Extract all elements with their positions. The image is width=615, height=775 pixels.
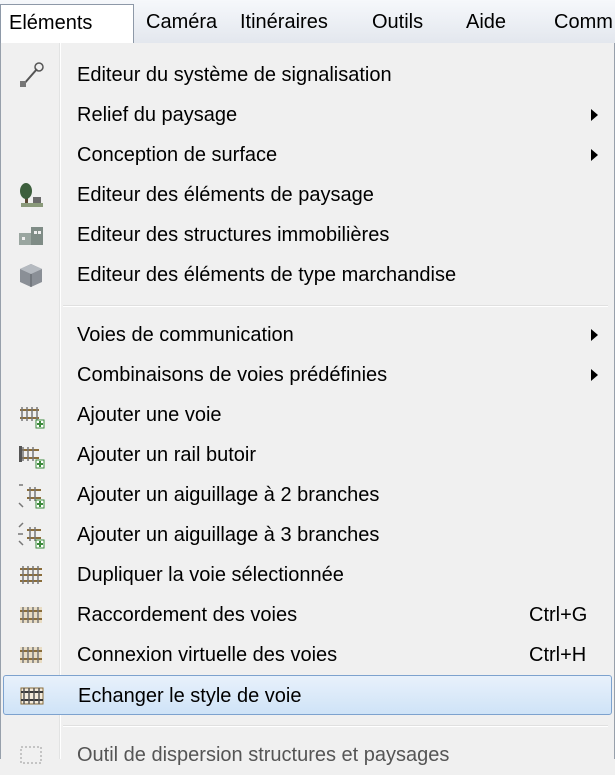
menu-elements[interactable]: Eléments — [0, 4, 134, 44]
menu-item-relief[interactable]: Relief du paysage — [3, 95, 612, 135]
menu-item-structures-editor[interactable]: Editeur des structures immobilières — [3, 215, 612, 255]
connect-tracks-icon — [17, 601, 45, 629]
add-buffer-stop-icon — [17, 441, 45, 469]
menu-item-scatter-tool[interactable]: Outil de dispersion structures et paysag… — [3, 735, 612, 775]
menu-item-surface[interactable]: Conception de surface — [3, 135, 612, 175]
submenu-arrow-icon — [591, 109, 598, 121]
menu-item-cargo-editor[interactable]: Editeur des éléments de type marchandise — [3, 255, 612, 295]
building-icon — [17, 221, 45, 249]
add-switch-2-icon — [17, 481, 45, 509]
menu-comm[interactable]: Comm — [554, 6, 613, 38]
menu-item-swap-track-style[interactable]: Echanger le style de voie — [3, 675, 612, 715]
menu-item-voies-communication[interactable]: Voies de communication — [3, 315, 612, 355]
menu-itineraires[interactable]: Itinéraires — [240, 6, 328, 38]
menu-item-label: Ajouter une voie — [77, 404, 222, 426]
submenu-arrow-icon — [591, 149, 598, 161]
menu-item-label: Editeur du système de signalisation — [77, 64, 392, 86]
menu-item-connect-tracks[interactable]: Raccordement des voies Ctrl+G — [3, 595, 612, 635]
menu-separator — [63, 725, 608, 727]
menu-aide[interactable]: Aide — [466, 6, 506, 38]
menu-item-label: Ajouter un rail butoir — [77, 444, 256, 466]
add-switch-3-icon — [17, 521, 45, 549]
duplicate-track-icon — [17, 561, 45, 589]
menu-separator — [63, 305, 608, 307]
shortcut-label: Ctrl+G — [529, 604, 588, 626]
menu-item-label: Conception de surface — [77, 144, 278, 166]
menu-item-add-switch-2[interactable]: Ajouter un aiguillage à 2 branches — [3, 475, 612, 515]
menu-item-label: Combinaisons de voies prédéfinies — [77, 364, 388, 386]
cargo-icon — [17, 261, 45, 289]
signal-editor-icon — [17, 61, 45, 89]
add-track-icon — [17, 401, 45, 429]
menu-item-label: Raccordement des voies — [77, 604, 298, 626]
menu-item-virtual-connect[interactable]: Connexion virtuelle des voies Ctrl+H — [3, 635, 612, 675]
menu-item-add-switch-3[interactable]: Ajouter un aiguillage à 3 branches — [3, 515, 612, 555]
menu-item-combinaisons[interactable]: Combinaisons de voies prédéfinies — [3, 355, 612, 395]
menu-item-label: Editeur des éléments de paysage — [77, 184, 374, 206]
menu-item-label: Editeur des éléments de type marchandise — [77, 264, 457, 286]
menu-item-label: Connexion virtuelle des voies — [77, 644, 338, 666]
menu-item-add-buffer-stop[interactable]: Ajouter un rail butoir — [3, 435, 612, 475]
menu-item-label: Outil de dispersion structures et paysag… — [77, 744, 450, 766]
menu-item-label: Ajouter un aiguillage à 2 branches — [77, 484, 380, 506]
menu-item-label: Echanger le style de voie — [78, 685, 302, 707]
swap-track-style-icon — [18, 682, 46, 710]
submenu-arrow-icon — [591, 329, 598, 341]
menu-item-label: Relief du paysage — [77, 104, 238, 126]
menu-item-landscape-editor[interactable]: Editeur des éléments de paysage — [3, 175, 612, 215]
menu-item-label: Ajouter un aiguillage à 3 branches — [77, 524, 380, 546]
elements-dropdown-menu: Editeur du système de signalisation Reli… — [0, 43, 615, 766]
menu-item-duplicate-track[interactable]: Dupliquer la voie sélectionnée — [3, 555, 612, 595]
menu-item-signal-editor[interactable]: Editeur du système de signalisation — [3, 55, 612, 95]
menu-item-label: Dupliquer la voie sélectionnée — [77, 564, 344, 586]
menu-camera[interactable]: Caméra — [146, 6, 217, 38]
menu-item-label: Editeur des structures immobilières — [77, 224, 390, 246]
scatter-tool-icon — [17, 741, 45, 769]
menu-item-label: Voies de communication — [77, 324, 294, 346]
menu-outils[interactable]: Outils — [372, 6, 423, 38]
tree-icon — [17, 181, 45, 209]
menu-bar: Eléments Caméra Itinéraires Outils Aide … — [0, 0, 615, 44]
virtual-connect-icon — [17, 641, 45, 669]
menu-item-add-track[interactable]: Ajouter une voie — [3, 395, 612, 435]
submenu-arrow-icon — [591, 369, 598, 381]
shortcut-label: Ctrl+H — [529, 644, 587, 666]
